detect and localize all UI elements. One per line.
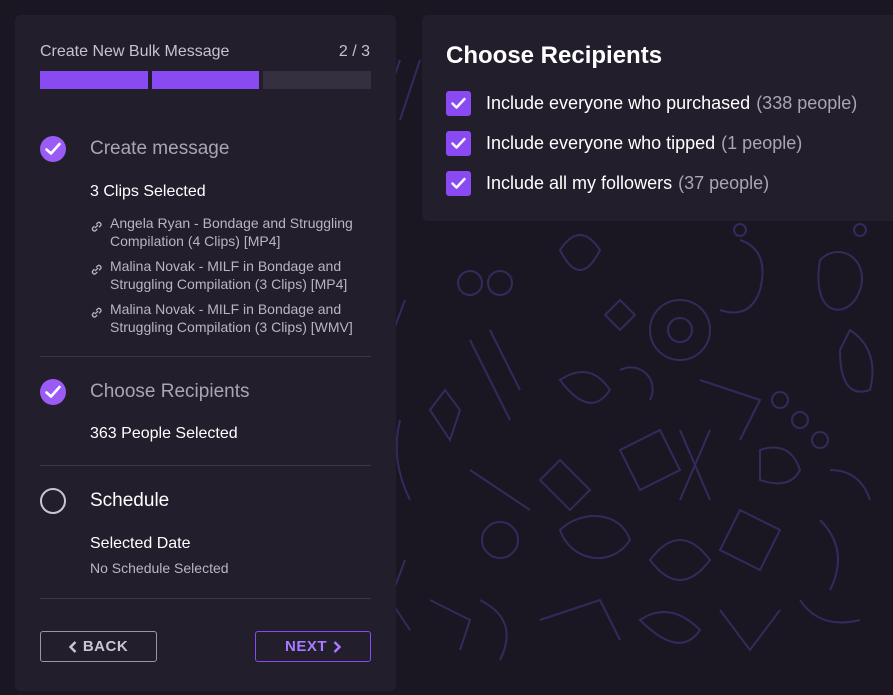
check-icon [451, 177, 466, 189]
recipient-option-tipped[interactable]: Include everyone who tipped (1 people) [446, 130, 803, 156]
option-label: Include everyone who tipped [486, 132, 716, 153]
step-divider [40, 356, 371, 357]
next-button[interactable]: NEXT [255, 631, 371, 662]
checkbox-followers[interactable] [446, 170, 471, 196]
chevron-left-icon [68, 640, 77, 653]
progress-segment-3 [263, 71, 372, 89]
wizard-title: Create New Bulk Message [40, 43, 230, 60]
back-button[interactable]: BACK [40, 631, 157, 662]
link-icon [91, 307, 102, 318]
progress-segment-2 [151, 71, 260, 89]
progress-segment-1 [40, 71, 148, 89]
clip-list-item[interactable]: Malina Novak - MILF in Bondage and Strug… [90, 300, 380, 336]
recipient-option-followers[interactable]: Include all my followers (37 people) [446, 170, 770, 196]
option-count: (37 people) [678, 172, 770, 193]
checkbox-purchased[interactable] [446, 90, 471, 116]
option-label: Include all my followers [486, 172, 673, 193]
clip-name: Malina Novak - MILF in Bondage and Strug… [110, 258, 348, 292]
link-icon [91, 221, 102, 232]
step-title-schedule[interactable]: Schedule [90, 490, 169, 512]
selected-date-label: Selected Date [90, 535, 191, 552]
check-icon [451, 137, 466, 149]
bulk-message-wizard-panel: Create New Bulk Message 2 / 3 Create mes… [15, 15, 396, 691]
step-title-choose-recipients[interactable]: Choose Recipients [90, 381, 249, 403]
checkbox-tipped[interactable] [446, 130, 471, 156]
check-circle-icon [40, 136, 66, 162]
check-icon [451, 97, 466, 109]
step-title-create-message[interactable]: Create message [90, 138, 229, 160]
option-label: Include everyone who purchased [486, 92, 751, 113]
option-count: (1 people) [721, 132, 803, 153]
recipients-panel: Choose Recipients Include everyone who p… [422, 15, 893, 221]
recipients-title: Choose Recipients [446, 42, 663, 69]
empty-circle-icon [40, 488, 66, 514]
step-divider [40, 465, 371, 466]
check-circle-icon [40, 379, 66, 405]
chevron-right-icon [333, 640, 341, 653]
clip-name: Malina Novak - MILF in Bondage and Strug… [110, 301, 353, 335]
clip-list-item[interactable]: Malina Novak - MILF in Bondage and Strug… [90, 257, 380, 293]
wizard-progress-bar [40, 71, 372, 89]
clip-list-item[interactable]: Angela Ryan - Bondage and Struggling Com… [90, 214, 380, 250]
clip-name: Angela Ryan - Bondage and Struggling Com… [110, 215, 353, 249]
recipient-option-purchased[interactable]: Include everyone who purchased (338 peop… [446, 90, 858, 116]
back-button-label: BACK [82, 638, 129, 655]
clips-selected-summary: 3 Clips Selected [90, 183, 206, 200]
step-indicator: 2 / 3 [338, 43, 370, 60]
link-icon [91, 264, 102, 275]
step-divider [40, 598, 371, 599]
option-count: (338 people) [756, 92, 858, 113]
next-button-label: NEXT [284, 638, 327, 655]
people-selected-summary: 363 People Selected [90, 425, 238, 442]
schedule-value: No Schedule Selected [90, 560, 229, 576]
